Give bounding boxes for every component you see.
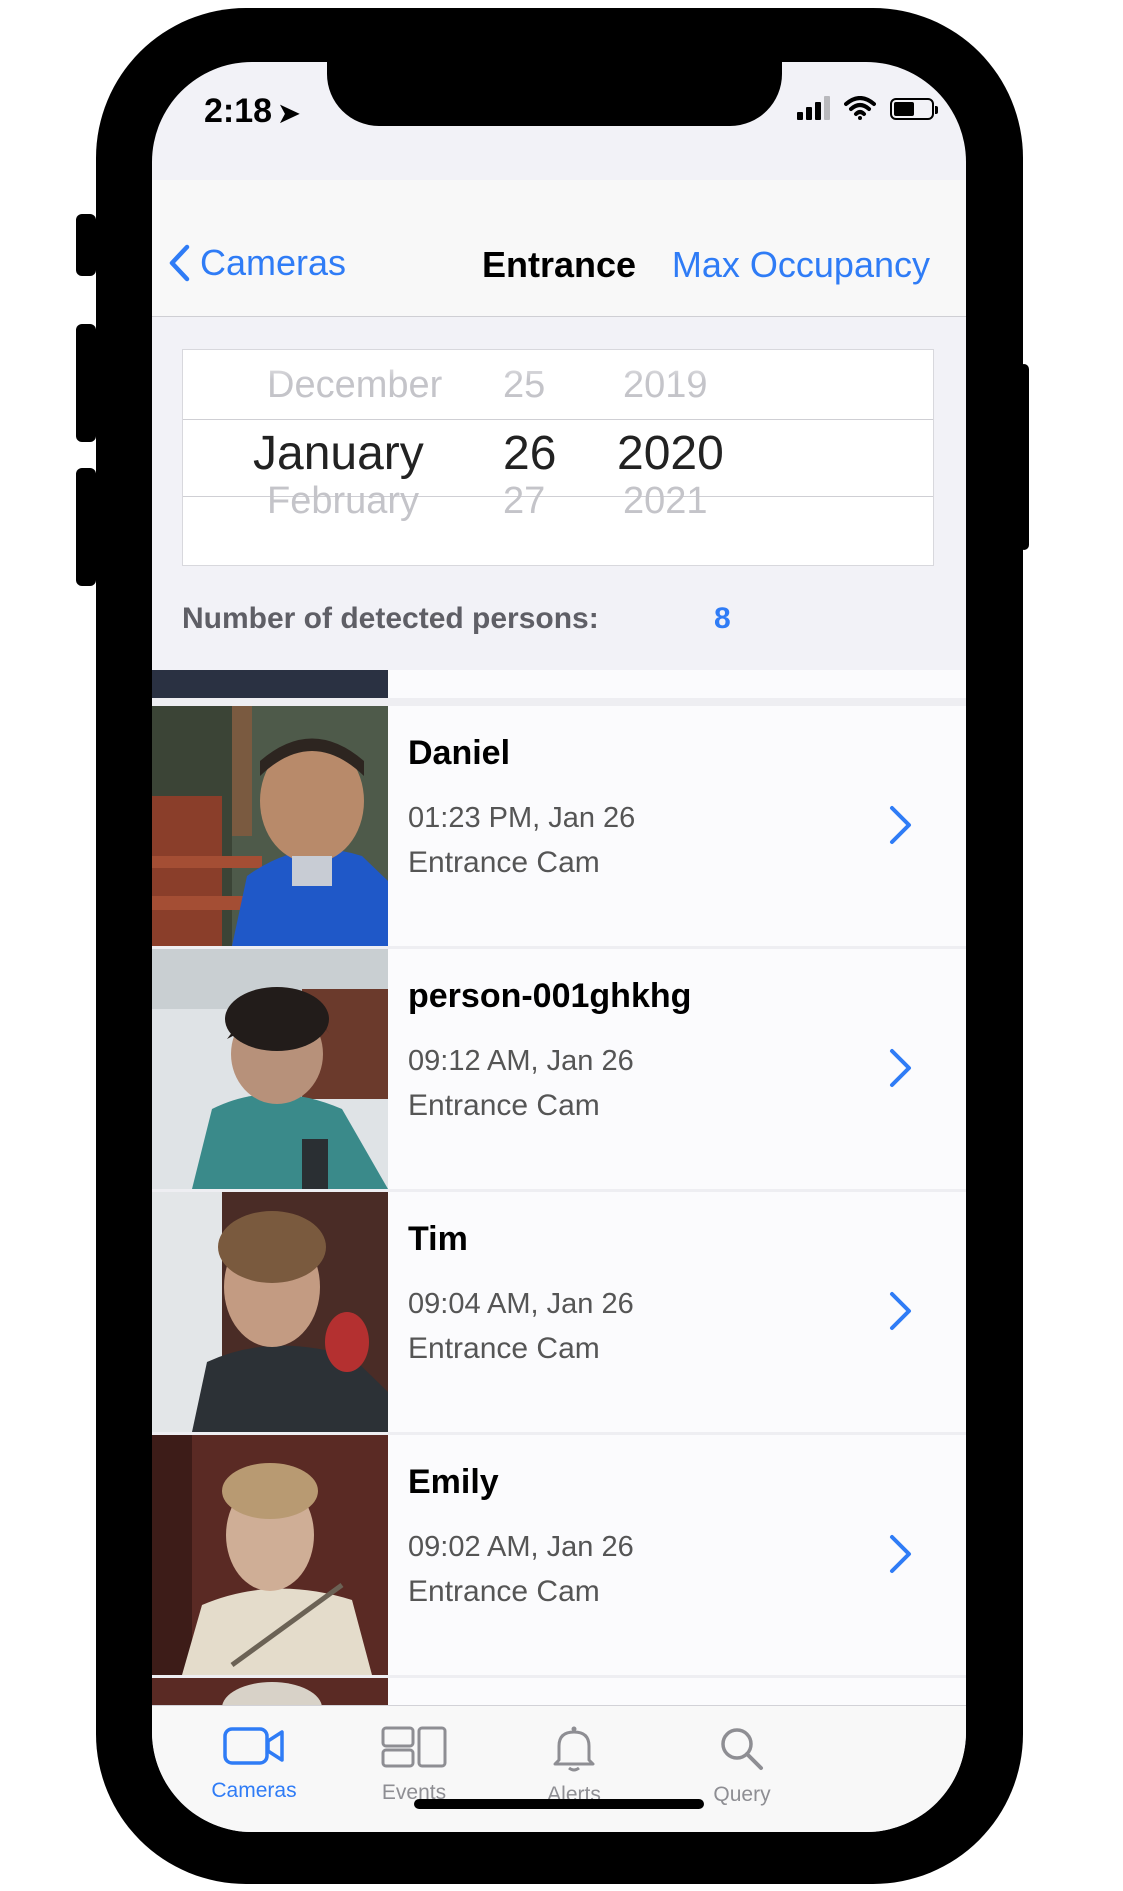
back-button-label: Cameras	[200, 242, 347, 283]
battery-icon	[890, 98, 938, 120]
tab-alerts[interactable]: Alerts	[494, 1724, 654, 1807]
chevron-right-icon	[890, 1049, 911, 1087]
camera-name: Entrance Cam	[408, 1332, 600, 1365]
chevron-left-icon	[169, 244, 190, 282]
list-item-partial-bottom[interactable]	[152, 1678, 966, 1705]
picker-year-next[interactable]: 2021	[623, 480, 708, 523]
power-button	[1019, 364, 1029, 550]
chevron-right-icon	[890, 1535, 911, 1573]
notch	[327, 62, 782, 126]
magnifier-icon	[721, 1728, 763, 1770]
picker-fade-bottom	[183, 535, 933, 565]
detected-persons-label: Number of detected persons:	[182, 602, 599, 635]
tab-events[interactable]: Events	[334, 1724, 494, 1805]
picker-month-next[interactable]: February	[267, 480, 419, 523]
video-camera-icon	[223, 1727, 284, 1765]
picker-fade-top	[183, 350, 933, 380]
bell-icon	[553, 1726, 595, 1772]
person-thumbnail	[152, 706, 388, 946]
navigation-bar: Cameras Entrance Max Occupancy	[152, 180, 966, 317]
picker-day-selected[interactable]: 26	[503, 426, 556, 481]
date-picker[interactable]: December January February 25 26 27 2019 …	[182, 349, 934, 566]
camera-name: Entrance Cam	[408, 1575, 600, 1608]
list-item[interactable]: Daniel 01:23 PM, Jan 26 Entrance Cam	[152, 706, 966, 946]
screen: 2:18 ➤ Cameras Entrance Max Occupancy Dec…	[152, 62, 966, 1832]
person-thumbnail	[152, 670, 388, 698]
picker-day-next[interactable]: 27	[503, 480, 545, 523]
home-indicator[interactable]	[414, 1799, 704, 1809]
person-thumbnail	[152, 1435, 388, 1675]
person-name: person-001ghkhg	[408, 977, 692, 1015]
persons-list[interactable]: Daniel 01:23 PM, Jan 26 Entrance Cam per…	[152, 670, 966, 1705]
person-name: Emily	[408, 1463, 499, 1501]
picker-month-selected[interactable]: January	[253, 426, 424, 481]
person-name: Tim	[408, 1220, 468, 1258]
picker-year-selected[interactable]: 2020	[617, 426, 724, 481]
camera-name: Entrance Cam	[408, 1089, 600, 1122]
volume-down-button	[76, 468, 96, 586]
max-occupancy-button[interactable]: Max Occupancy	[672, 244, 930, 286]
tab-query[interactable]: Query	[662, 1724, 822, 1807]
detected-persons-count: 8	[714, 602, 731, 635]
chevron-right-icon	[890, 806, 911, 844]
detection-time: 01:23 PM, Jan 26	[408, 802, 636, 834]
volume-up-button	[76, 324, 96, 442]
status-time: 2:18 ➤	[204, 92, 300, 131]
mute-switch	[76, 214, 96, 276]
cellular-signal-icon	[797, 96, 830, 120]
camera-name: Entrance Cam	[408, 846, 600, 879]
detection-time: 09:02 AM, Jan 26	[408, 1531, 634, 1563]
list-item[interactable]: person-001ghkhg 09:12 AM, Jan 26 Entranc…	[152, 949, 966, 1189]
list-item-partial-top[interactable]	[152, 670, 966, 698]
detection-time: 09:12 AM, Jan 26	[408, 1045, 634, 1077]
person-thumbnail	[152, 1678, 388, 1705]
back-button[interactable]: Cameras	[168, 242, 346, 284]
person-thumbnail	[152, 1192, 388, 1432]
list-item[interactable]: Emily 09:02 AM, Jan 26 Entrance Cam	[152, 1435, 966, 1675]
page-title: Entrance	[482, 244, 637, 285]
tab-label: Cameras	[211, 1779, 297, 1802]
location-arrow-icon: ➤	[278, 98, 300, 128]
detection-time: 09:04 AM, Jan 26	[408, 1288, 634, 1320]
list-item[interactable]: Tim 09:04 AM, Jan 26 Entrance Cam	[152, 1192, 966, 1432]
chevron-right-icon	[890, 1292, 911, 1330]
person-name: Daniel	[408, 734, 511, 772]
clock: 2:18	[204, 92, 273, 130]
tab-cameras[interactable]: Cameras	[174, 1724, 334, 1803]
wifi-icon	[844, 96, 876, 120]
status-indicators	[797, 96, 938, 120]
person-thumbnail	[152, 949, 388, 1189]
events-icon	[381, 1726, 447, 1768]
tab-bar: Cameras Events Alerts Query	[152, 1705, 966, 1832]
